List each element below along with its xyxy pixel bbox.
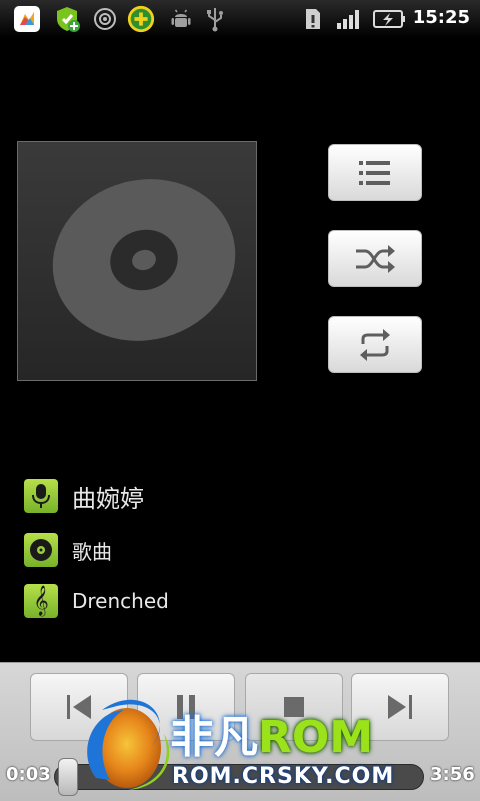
shuffle-icon	[356, 244, 395, 273]
album-art	[17, 141, 257, 381]
list-icon	[359, 160, 390, 185]
shield-plus-icon[interactable]	[52, 4, 82, 34]
seek-thumb[interactable]	[58, 758, 78, 796]
sd-card-icon	[298, 4, 328, 34]
shuffle-button[interactable]	[328, 230, 422, 287]
disc-icon	[52, 179, 236, 341]
title-row: 𝄞 Drenched	[24, 584, 169, 618]
status-time: 15:25	[412, 7, 470, 28]
playlist-button[interactable]	[328, 144, 422, 201]
artist-name: 曲婉婷	[72, 484, 144, 513]
target-icon[interactable]	[90, 4, 120, 34]
signal-icon	[334, 4, 364, 34]
artist-row: 曲婉婷	[24, 479, 144, 513]
watermark-brand: 非凡ROM	[170, 712, 374, 763]
watermark-url: ROM.CRSKY.COM	[172, 764, 395, 789]
status-bar: 15:25	[0, 0, 480, 38]
android-icon[interactable]	[166, 4, 196, 34]
microphone-icon	[24, 479, 58, 513]
song-title: Drenched	[72, 589, 169, 613]
album-name: 歌曲	[72, 539, 112, 564]
usb-icon[interactable]	[200, 4, 230, 34]
repeat-button[interactable]	[328, 316, 422, 373]
album-disc-icon	[24, 533, 58, 567]
app-icon[interactable]	[12, 4, 42, 34]
total-time: 3:56	[430, 764, 475, 785]
battery-charging-icon	[370, 4, 408, 34]
repeat-icon	[360, 328, 390, 361]
album-row: 歌曲	[24, 533, 112, 567]
current-time: 0:03	[6, 764, 51, 785]
plus-badge-icon[interactable]	[126, 4, 156, 34]
treble-clef-icon: 𝄞	[24, 584, 58, 618]
